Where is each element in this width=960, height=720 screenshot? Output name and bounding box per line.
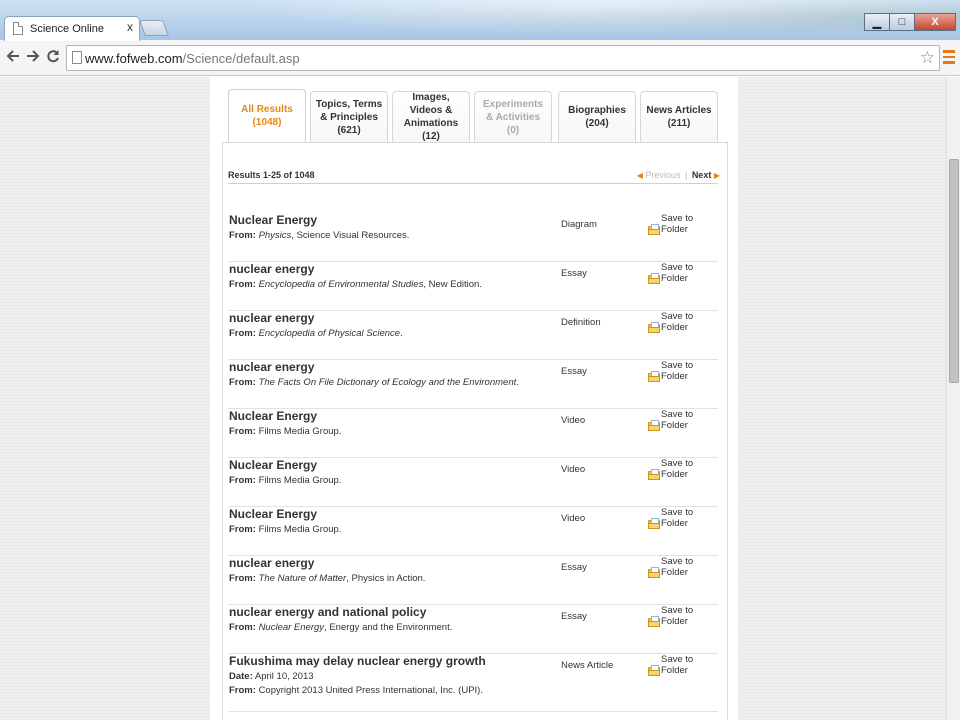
save-to-folder-button[interactable]: Save to Folder bbox=[648, 311, 718, 333]
window-titlebar: Science Online x ▁ □ X bbox=[0, 0, 960, 41]
tab-biographies[interactable]: Biographies (204) bbox=[558, 91, 636, 142]
result-type: Diagram bbox=[561, 219, 597, 230]
bookmark-star-icon[interactable]: ☆ bbox=[920, 48, 935, 68]
tab-close-icon[interactable]: x bbox=[127, 20, 133, 34]
menu-icon[interactable] bbox=[943, 50, 955, 64]
save-to-folder-button[interactable]: Save to Folder bbox=[648, 556, 718, 578]
result-title[interactable]: nuclear energy bbox=[229, 360, 314, 374]
result-title[interactable]: Nuclear Energy bbox=[229, 458, 317, 472]
result-type: News Article bbox=[561, 660, 614, 671]
result-source: From: Films Media Group. bbox=[229, 475, 342, 486]
result-source: From: The Facts On File Dictionary of Ec… bbox=[229, 377, 519, 388]
save-to-folder-button[interactable]: Save to Folder bbox=[648, 360, 718, 382]
result-source: From: Films Media Group. bbox=[229, 524, 342, 535]
result-source: From: Films Media Group. bbox=[229, 426, 342, 437]
result-title[interactable]: nuclear energy bbox=[229, 262, 314, 276]
save-to-folder-button[interactable]: Save to Folder bbox=[648, 262, 718, 284]
scrollbar-thumb[interactable] bbox=[949, 159, 959, 383]
result-title[interactable]: Nuclear Energy bbox=[229, 507, 317, 521]
browser-tab[interactable]: Science Online x bbox=[4, 16, 140, 41]
result-row: Nuclear Energy From: Films Media Group. … bbox=[228, 507, 718, 556]
maximize-button[interactable]: □ bbox=[889, 13, 915, 31]
folder-icon bbox=[648, 665, 660, 676]
result-title[interactable]: Nuclear Energy bbox=[229, 213, 317, 227]
result-category-tabs: All Results (1048) Topics, Terms & Princ… bbox=[228, 89, 718, 142]
tab-all-results[interactable]: All Results (1048) bbox=[228, 89, 306, 142]
tab-topics-terms-principles[interactable]: Topics, Terms & Principles (621) bbox=[310, 91, 388, 142]
pagination: ◀ Previous | Next ▶ bbox=[637, 170, 720, 180]
result-type: Video bbox=[561, 464, 586, 475]
vertical-scrollbar[interactable] bbox=[946, 77, 960, 720]
save-to-folder-button[interactable]: Save to Folder bbox=[648, 409, 718, 431]
result-type: Video bbox=[561, 415, 586, 426]
url-text: www.fofweb.com/Science/default.asp bbox=[85, 51, 300, 66]
result-type: Essay bbox=[561, 366, 587, 377]
page-viewport: All Results (1048) Topics, Terms & Princ… bbox=[0, 77, 946, 720]
minimize-button[interactable]: ▁ bbox=[864, 13, 890, 31]
result-row: nuclear energy From: Encyclopedia of Phy… bbox=[228, 311, 718, 360]
folder-icon bbox=[648, 469, 660, 480]
folder-icon bbox=[648, 518, 660, 529]
folder-icon bbox=[648, 224, 660, 235]
result-source: From: Encyclopedia of Physical Science. bbox=[229, 328, 403, 339]
result-title[interactable]: nuclear energy and national policy bbox=[229, 605, 426, 619]
save-to-folder-button[interactable]: Save to Folder bbox=[648, 507, 718, 529]
address-bar[interactable]: www.fofweb.com/Science/default.asp ☆ bbox=[66, 45, 940, 71]
results-count: Results 1-25 of 1048 bbox=[228, 170, 315, 180]
back-arrow-icon[interactable] bbox=[6, 49, 20, 67]
result-row: Nuclear Energy From: Films Media Group. … bbox=[228, 458, 718, 507]
result-row: nuclear energy From: The Nature of Matte… bbox=[228, 556, 718, 605]
tab-images-videos-animations[interactable]: Images, Videos & Animations (12) bbox=[392, 91, 470, 142]
page-icon bbox=[72, 51, 82, 64]
folder-icon bbox=[648, 371, 660, 382]
result-row: Nuclear Energy From: Physics, Science Vi… bbox=[228, 213, 718, 262]
result-row: nuclear energy From: The Facts On File D… bbox=[228, 360, 718, 409]
window-controls: ▁ □ X bbox=[864, 13, 956, 31]
tab-title: Science Online bbox=[30, 23, 104, 35]
folder-icon bbox=[648, 322, 660, 333]
browser-toolbar: www.fofweb.com/Science/default.asp ☆ bbox=[0, 40, 960, 76]
next-link[interactable]: Next bbox=[692, 170, 712, 180]
result-source: From: Copyright 2013 United Press Intern… bbox=[229, 685, 483, 696]
save-to-folder-button[interactable]: Save to Folder bbox=[648, 213, 718, 235]
result-type: Essay bbox=[561, 611, 587, 622]
result-source: From: Encyclopedia of Environmental Stud… bbox=[229, 279, 482, 290]
folder-icon bbox=[648, 616, 660, 627]
result-source: From: Nuclear Energy, Energy and the Env… bbox=[229, 622, 453, 633]
save-to-folder-button[interactable]: Save to Folder bbox=[648, 458, 718, 480]
result-source: From: Physics, Science Visual Resources. bbox=[229, 230, 410, 241]
result-source: From: The Nature of Matter, Physics in A… bbox=[229, 573, 426, 584]
folder-icon bbox=[648, 420, 660, 431]
result-type: Essay bbox=[561, 562, 587, 573]
result-type: Video bbox=[561, 513, 586, 524]
result-row: Nuclear Energy From: Films Media Group. … bbox=[228, 409, 718, 458]
reload-icon[interactable] bbox=[46, 49, 60, 67]
page-icon bbox=[13, 22, 23, 35]
divider bbox=[228, 183, 718, 184]
new-tab-button[interactable] bbox=[139, 20, 169, 36]
forward-arrow-icon[interactable] bbox=[26, 49, 40, 67]
result-row: Fukushima may delay nuclear energy growt… bbox=[228, 654, 718, 712]
tab-experiments-activities: Experiments & Activities (0) bbox=[474, 91, 552, 142]
previous-link: Previous bbox=[645, 170, 681, 180]
save-to-folder-button[interactable]: Save to Folder bbox=[648, 654, 718, 676]
result-row: nuclear energy From: Encyclopedia of Env… bbox=[228, 262, 718, 311]
tab-news-articles[interactable]: News Articles (211) bbox=[640, 91, 718, 142]
previous-arrow-icon: ◀ bbox=[636, 171, 643, 180]
result-title[interactable]: nuclear energy bbox=[229, 311, 314, 325]
folder-icon bbox=[648, 273, 660, 284]
results-page: All Results (1048) Topics, Terms & Princ… bbox=[210, 77, 738, 720]
pager-separator: | bbox=[684, 170, 688, 180]
close-window-button[interactable]: X bbox=[914, 13, 956, 31]
result-title[interactable]: Nuclear Energy bbox=[229, 409, 317, 423]
next-arrow-icon: ▶ bbox=[713, 171, 720, 180]
result-type: Essay bbox=[561, 268, 587, 279]
result-title[interactable]: Fukushima may delay nuclear energy growt… bbox=[229, 654, 486, 668]
result-row: nuclear energy and national policy From:… bbox=[228, 605, 718, 654]
save-to-folder-button[interactable]: Save to Folder bbox=[648, 605, 718, 627]
result-title[interactable]: nuclear energy bbox=[229, 556, 314, 570]
folder-icon bbox=[648, 567, 660, 578]
result-date: Date: April 10, 2013 bbox=[229, 671, 314, 682]
result-type: Definition bbox=[561, 317, 601, 328]
